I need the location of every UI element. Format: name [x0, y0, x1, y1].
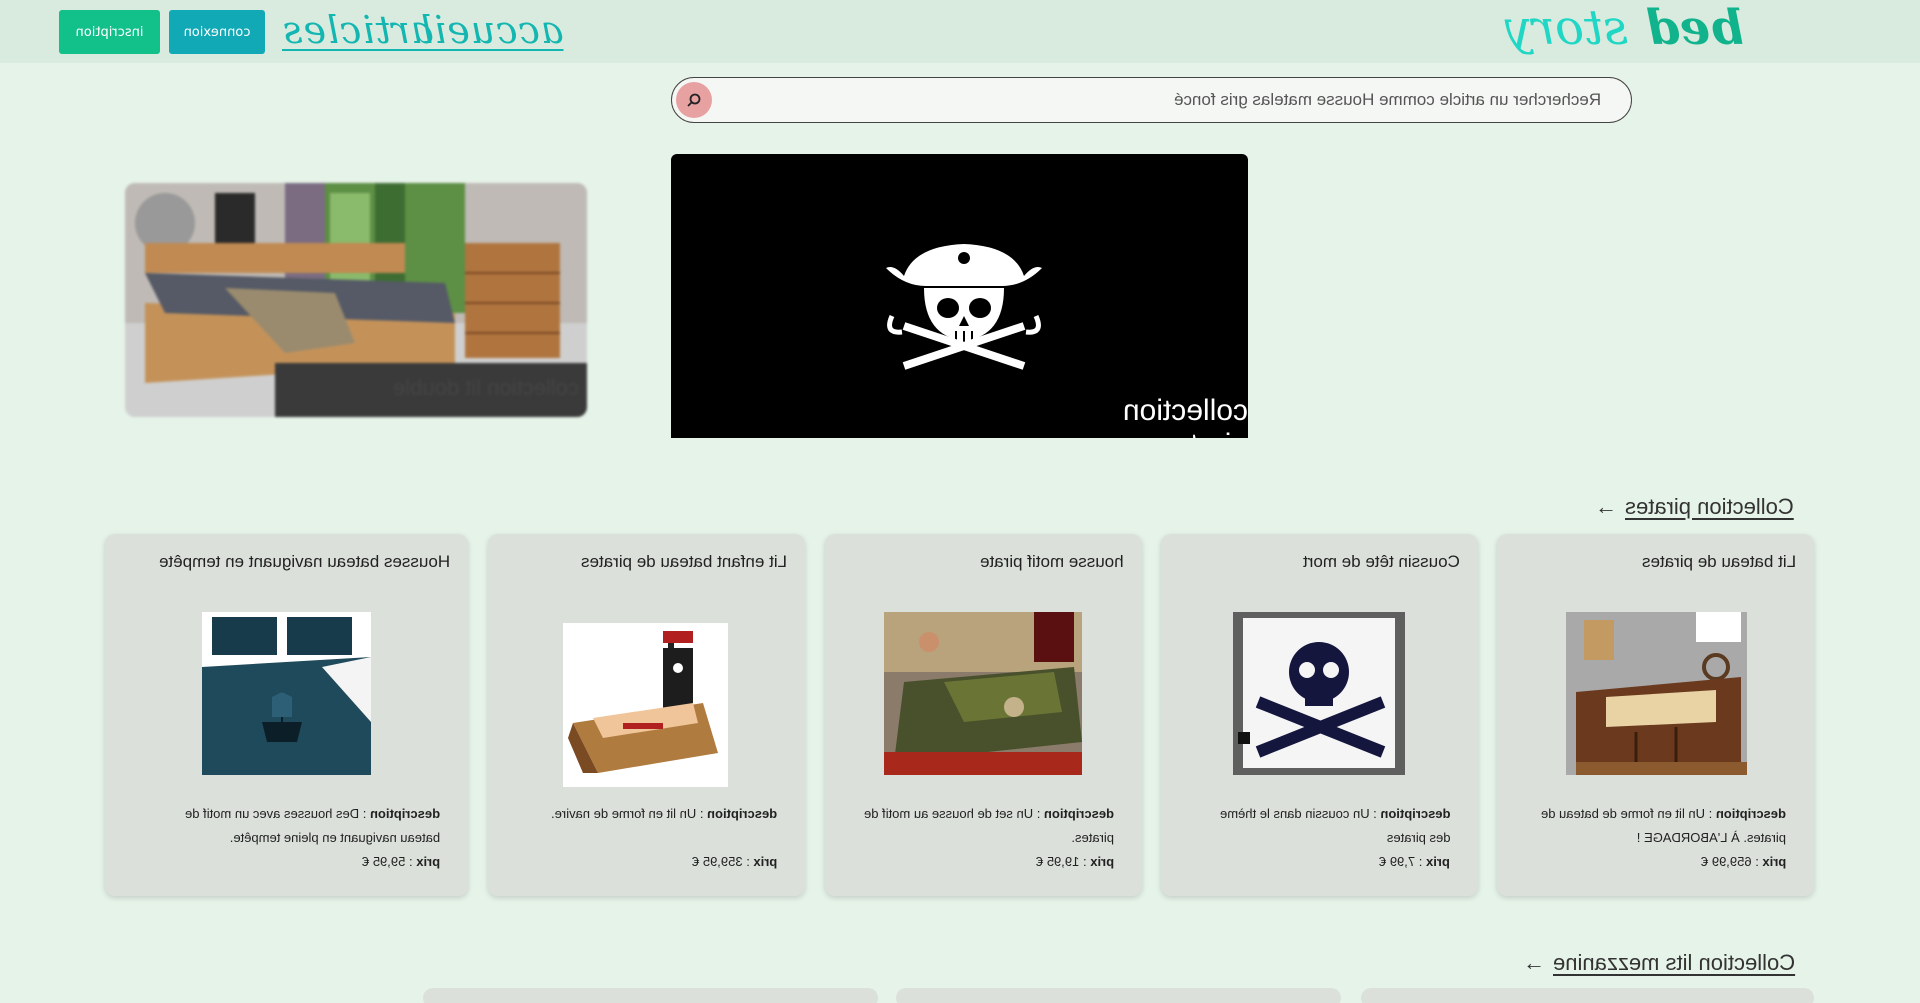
product-title: Lit enfant bateau de pirates	[580, 552, 787, 571]
product-price: prix : 359,95 €	[692, 854, 777, 869]
description-label: description	[369, 806, 440, 821]
search-input[interactable]	[722, 78, 1617, 121]
section-title-pirates[interactable]: Collection pirates →	[1595, 494, 1794, 520]
product-card[interactable]: Lit enfant bateau de pirates description…	[488, 534, 805, 896]
signup-button[interactable]: inscription	[59, 10, 160, 54]
nav-home-link[interactable]: accueil	[420, 8, 564, 52]
product-price: prix : 659,99 €	[1701, 854, 1786, 869]
pirate-skull-icon	[886, 244, 1042, 370]
price-value: : 19,95 €	[1035, 854, 1091, 869]
price-label: prix	[753, 854, 777, 869]
description-line: : Un lit en forme de bateau de	[1541, 806, 1716, 821]
product-card[interactable]: housse motif pirate description : Un set…	[825, 534, 1142, 896]
product-description: description : Un lit en forme de navire.	[551, 802, 777, 826]
banner-caption: collection lit double	[393, 375, 579, 400]
price-value: : 659,99 €	[1700, 854, 1763, 869]
description-line: : Des housses avec un motif de	[184, 806, 370, 821]
nav-articles-link[interactable]: articles	[282, 8, 434, 52]
product-card[interactable]	[896, 988, 1341, 1003]
description-label: description	[1043, 806, 1114, 821]
product-image	[884, 612, 1082, 775]
description-line: : Un set de housse au motif de	[863, 806, 1044, 821]
banner-lit-double[interactable]: collection lit double	[125, 183, 587, 417]
product-description: description : Des housses avec un motif …	[185, 802, 440, 850]
section-title-text: Collection pirates	[1625, 494, 1794, 519]
description-line: pirates.	[1071, 830, 1114, 845]
product-title: Lit bateau de pirates	[1641, 552, 1796, 571]
product-title: housse motif pirate	[980, 552, 1124, 571]
price-value: : 359,95 €	[691, 854, 754, 869]
product-image	[202, 612, 371, 775]
price-label: prix	[416, 854, 440, 869]
product-card[interactable]	[1361, 988, 1814, 1003]
section-title-text: Collection lits mezzanine	[1553, 950, 1796, 975]
product-card[interactable]: Coussin tête de mort description : Un co…	[1161, 534, 1478, 896]
product-image	[1566, 612, 1747, 775]
price-label: prix	[1426, 854, 1450, 869]
description-line: : Un coussin dans le thème	[1219, 806, 1380, 821]
section-title-mezzanine[interactable]: Collection lits mezzanine →	[1523, 950, 1795, 976]
search-icon	[687, 93, 701, 107]
arrow-right-icon: →	[1523, 950, 1545, 975]
banner-caption: collection pirates	[1122, 394, 1248, 438]
product-image	[1233, 612, 1405, 775]
arrow-right-icon: →	[1595, 494, 1617, 519]
price-label: prix	[1762, 854, 1786, 869]
product-price: prix : 19,95 €	[1036, 854, 1114, 869]
product-card[interactable]: Housses bateau naviguant en tempête desc…	[105, 534, 468, 896]
product-title: Housses bateau naviguant en tempête	[158, 552, 450, 571]
site-logo[interactable]: bed story	[1505, 0, 1744, 62]
logo-word-story: story	[1505, 0, 1628, 56]
description-label: description	[706, 806, 777, 821]
description-label: description	[1715, 806, 1786, 821]
description-line: des pirates	[1386, 830, 1450, 845]
description-line: : Un lit en forme de navire.	[550, 806, 707, 821]
description-label: description	[1379, 806, 1450, 821]
site-header: inscription connexion articles accueil b…	[0, 0, 1920, 63]
search-bar: Rechercher un article comme Housse matel…	[671, 77, 1632, 123]
search-button[interactable]	[676, 82, 712, 118]
price-label: prix	[1090, 854, 1114, 869]
product-price: prix : 59,95 €	[362, 854, 440, 869]
product-description: description : Un lit en forme de bateau …	[1541, 802, 1786, 850]
description-line: pirates. À L'ABORDAGE !	[1636, 830, 1786, 845]
login-button[interactable]: connexion	[169, 10, 265, 54]
description-line: bateau naviguant en pleine tempête.	[229, 830, 440, 845]
product-description: description : Un coussin dans le thème d…	[1220, 802, 1451, 850]
product-price: prix : 7,99 €	[1379, 854, 1450, 869]
price-value: : 7,99 €	[1379, 854, 1427, 869]
product-card[interactable]: Lit bateau de pirates description : Un l…	[1497, 534, 1814, 896]
product-card[interactable]	[423, 988, 878, 1003]
price-value: : 59,95 €	[361, 854, 417, 869]
product-title: Coussin tête de mort	[1303, 552, 1460, 571]
banner-collection-pirates[interactable]: collection pirates	[671, 154, 1248, 438]
product-image	[563, 623, 728, 787]
product-description: description : Un set de housse au motif …	[864, 802, 1114, 850]
logo-word-bed: bed	[1645, 0, 1744, 56]
